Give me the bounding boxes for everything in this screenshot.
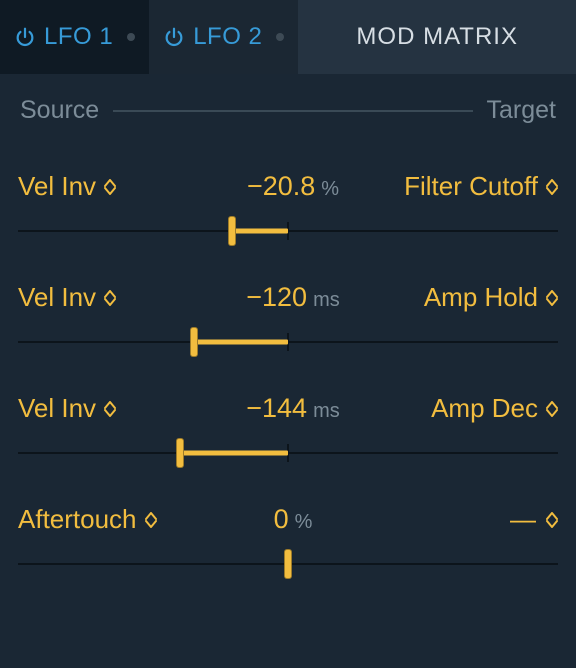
target-select[interactable]: Filter Cutoff bbox=[378, 171, 558, 202]
target-label: Amp Dec bbox=[431, 393, 538, 424]
power-icon[interactable] bbox=[163, 26, 185, 48]
mod-row: Aftertouch 0 % — bbox=[18, 468, 558, 579]
stepper-icon bbox=[145, 512, 157, 528]
amount-value[interactable]: −120 ms bbox=[208, 282, 378, 313]
target-label: Filter Cutoff bbox=[404, 171, 538, 202]
columns-header: Source Target bbox=[0, 74, 576, 131]
source-select[interactable]: Vel Inv bbox=[18, 393, 208, 424]
source-select[interactable]: Vel Inv bbox=[18, 282, 208, 313]
mod-row: Vel Inv −144 ms Amp Dec bbox=[18, 357, 558, 468]
amount-value[interactable]: −20.8 % bbox=[208, 171, 378, 202]
amount-value[interactable]: −144 ms bbox=[208, 393, 378, 424]
target-header: Target bbox=[487, 96, 556, 125]
tab-lfo-2[interactable]: LFO 2 bbox=[149, 0, 298, 74]
target-select[interactable]: — bbox=[378, 504, 558, 535]
indicator-dot bbox=[127, 33, 135, 41]
tab-label: MOD MATRIX bbox=[356, 23, 518, 51]
indicator-dot bbox=[276, 33, 284, 41]
source-header: Source bbox=[20, 96, 99, 125]
mod-row: Vel Inv −20.8 % Filter Cutoff bbox=[18, 135, 558, 246]
source-select[interactable]: Aftertouch bbox=[18, 504, 208, 535]
value-unit: ms bbox=[313, 400, 340, 423]
header-divider bbox=[113, 110, 472, 112]
target-select[interactable]: Amp Hold bbox=[378, 282, 558, 313]
tab-mod-matrix[interactable]: MOD MATRIX bbox=[298, 0, 576, 74]
target-label: — bbox=[510, 504, 538, 535]
value-number: −144 bbox=[246, 393, 307, 424]
slider-thumb[interactable] bbox=[284, 549, 292, 579]
value-number: −120 bbox=[246, 282, 307, 313]
tab-bar: LFO 1 LFO 2 MOD MATRIX bbox=[0, 0, 576, 74]
stepper-icon bbox=[546, 179, 558, 195]
stepper-icon bbox=[104, 401, 116, 417]
value-unit: ms bbox=[313, 289, 340, 312]
stepper-icon bbox=[104, 290, 116, 306]
amount-slider[interactable] bbox=[18, 438, 558, 468]
source-label: Aftertouch bbox=[18, 504, 137, 535]
slider-thumb[interactable] bbox=[190, 327, 198, 357]
tab-label: LFO 2 bbox=[193, 23, 262, 51]
stepper-icon bbox=[546, 290, 558, 306]
target-select[interactable]: Amp Dec bbox=[378, 393, 558, 424]
power-icon[interactable] bbox=[14, 26, 36, 48]
source-label: Vel Inv bbox=[18, 282, 96, 313]
mod-rows: Vel Inv −20.8 % Filter Cutoff bbox=[0, 131, 576, 579]
tab-label: LFO 1 bbox=[44, 23, 113, 51]
amount-slider[interactable] bbox=[18, 549, 558, 579]
mod-row: Vel Inv −120 ms Amp Hold bbox=[18, 246, 558, 357]
value-number: 0 bbox=[274, 504, 289, 535]
slider-fill bbox=[194, 340, 289, 345]
target-label: Amp Hold bbox=[424, 282, 538, 313]
slider-fill bbox=[232, 229, 288, 234]
source-label: Vel Inv bbox=[18, 393, 96, 424]
amount-slider[interactable] bbox=[18, 216, 558, 246]
stepper-icon bbox=[104, 179, 116, 195]
value-unit: % bbox=[321, 178, 339, 201]
source-select[interactable]: Vel Inv bbox=[18, 171, 208, 202]
tab-lfo-1[interactable]: LFO 1 bbox=[0, 0, 149, 74]
slider-thumb[interactable] bbox=[176, 438, 184, 468]
stepper-icon bbox=[546, 512, 558, 528]
source-label: Vel Inv bbox=[18, 171, 96, 202]
slider-fill bbox=[180, 451, 288, 456]
stepper-icon bbox=[546, 401, 558, 417]
value-number: −20.8 bbox=[247, 171, 315, 202]
amount-slider[interactable] bbox=[18, 327, 558, 357]
value-unit: % bbox=[295, 511, 313, 534]
amount-value[interactable]: 0 % bbox=[208, 504, 378, 535]
slider-thumb[interactable] bbox=[228, 216, 236, 246]
